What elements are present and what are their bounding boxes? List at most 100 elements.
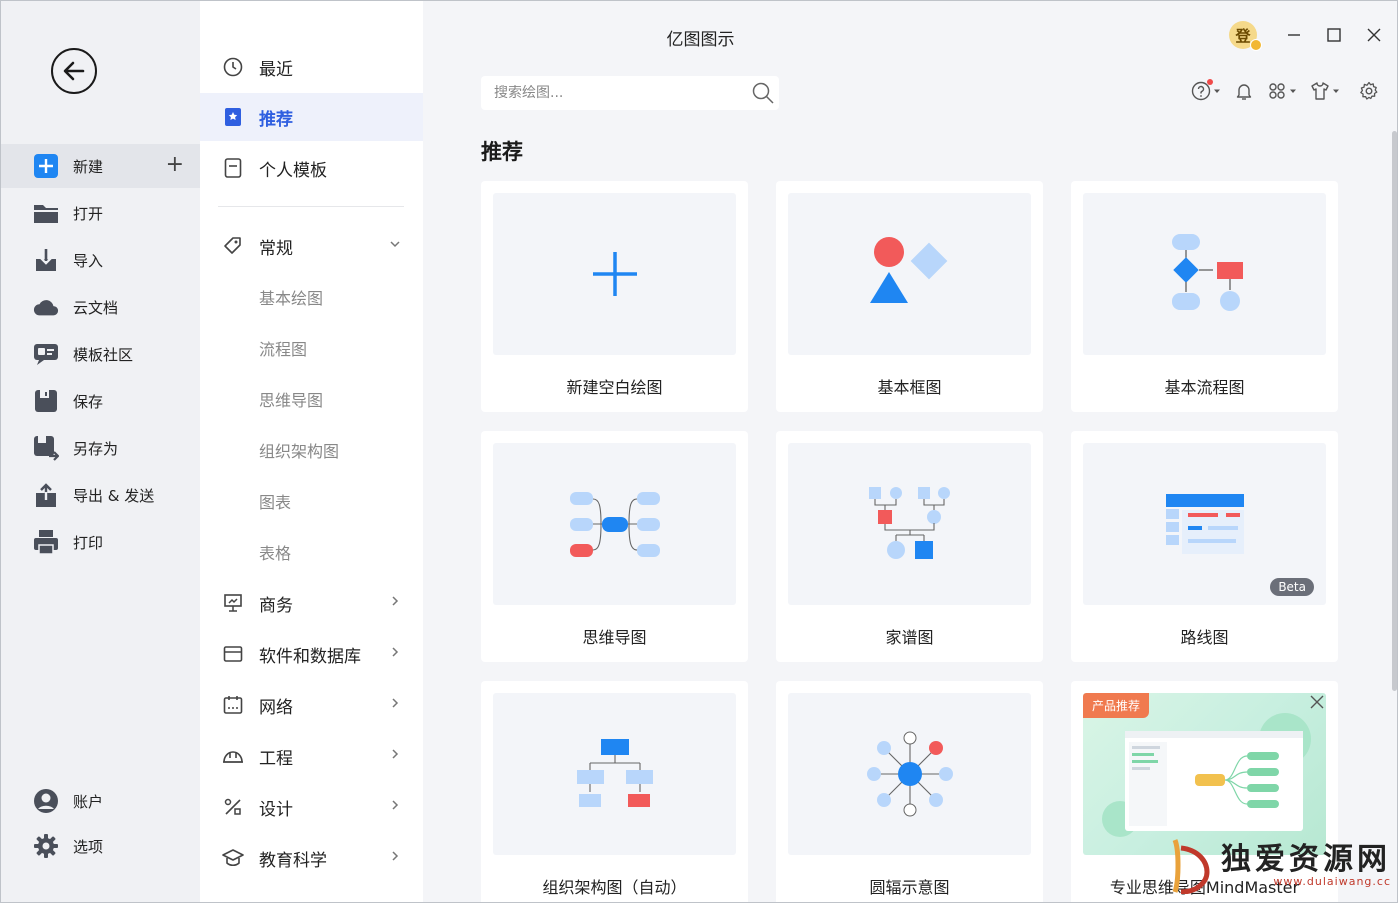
- notification-dot: [1207, 79, 1213, 85]
- maximize-button[interactable]: [1323, 24, 1345, 46]
- template-card-family-tree[interactable]: 家谱图: [776, 431, 1043, 662]
- subcategory-item[interactable]: 思维导图: [200, 379, 423, 419]
- chevron-right-icon: [392, 698, 399, 708]
- category-general[interactable]: 常规: [200, 222, 423, 270]
- search-icon[interactable]: [751, 81, 775, 105]
- search-input[interactable]: [494, 85, 744, 101]
- category-divider: [218, 206, 404, 207]
- category-network-label: 网络: [259, 697, 293, 718]
- menu-print[interactable]: 打印: [1, 520, 200, 564]
- category-design[interactable]: 设计: [200, 783, 423, 831]
- chevron-down-icon: [390, 241, 400, 248]
- section-title: 推荐: [481, 140, 523, 164]
- template-card-radial-diagram[interactable]: 圆辐示意图: [776, 681, 1043, 902]
- category-engineering[interactable]: 工程: [200, 732, 423, 780]
- menu-account-label: 账户: [73, 792, 104, 811]
- menu-options[interactable]: 选项: [1, 824, 200, 868]
- minimize-button[interactable]: [1283, 24, 1305, 46]
- template-card-label: 组织架构图（自动）: [542, 878, 687, 897]
- close-promo-icon[interactable]: [1310, 695, 1324, 709]
- menu-save-label: 保存: [73, 392, 104, 411]
- template-card-block[interactable]: 基本框图: [776, 181, 1043, 412]
- category-recent[interactable]: 最近: [200, 43, 423, 91]
- minimize-icon: [1288, 34, 1300, 36]
- clock-icon: [222, 56, 244, 78]
- menu-import[interactable]: 导入: [1, 238, 200, 282]
- theme-button[interactable]: [1310, 81, 1340, 101]
- menu-save[interactable]: 保存: [1, 379, 200, 423]
- subcategory-item[interactable]: 基本绘图: [200, 277, 423, 317]
- apps-button[interactable]: [1267, 81, 1297, 101]
- category-engineering-label: 工程: [259, 748, 293, 769]
- notifications-button[interactable]: [1234, 81, 1254, 101]
- subcategory-item[interactable]: 表格: [200, 532, 423, 572]
- add-icon[interactable]: +: [166, 154, 184, 176]
- subcategory-item[interactable]: 图表: [200, 481, 423, 521]
- category-network[interactable]: 网络: [200, 681, 423, 729]
- template-thumbnail: Beta: [1083, 443, 1326, 605]
- category-business-label: 商务: [259, 595, 293, 616]
- apps-grid-icon: [1269, 83, 1285, 99]
- settings-button[interactable]: [1359, 81, 1379, 101]
- menu-save-as[interactable]: 另存为: [1, 426, 200, 470]
- template-thumbnail: [493, 443, 736, 605]
- category-personal-templates[interactable]: 个人模板: [200, 144, 423, 192]
- menu-open[interactable]: 打开: [1, 191, 200, 235]
- menu-export[interactable]: 导出 & 发送: [1, 473, 200, 517]
- close-button[interactable]: [1363, 24, 1385, 46]
- category-recommended-label: 推荐: [259, 109, 293, 130]
- flowchart-icon: [1171, 234, 1243, 311]
- template-card-label: 新建空白绘图: [566, 378, 663, 397]
- shapes-icon: [869, 237, 947, 303]
- template-card-flowchart[interactable]: 基本流程图: [1071, 181, 1338, 412]
- family-tree-icon: [868, 487, 950, 559]
- back-button[interactable]: [51, 48, 97, 94]
- import-icon: [33, 247, 59, 273]
- caret-down-icon: [1290, 89, 1296, 93]
- cloud-icon: [33, 294, 59, 320]
- category-business[interactable]: 商务: [200, 579, 423, 627]
- promo-tag: 产品推荐: [1083, 693, 1150, 718]
- vip-badge-icon: [1250, 39, 1262, 51]
- template-card-roadmap[interactable]: Beta 路线图: [1071, 431, 1338, 662]
- template-card-label: 圆辐示意图: [869, 878, 950, 897]
- menu-new[interactable]: 新建 +: [1, 144, 200, 188]
- watermark: 独爱资源网 www.dulaiwang.cc: [1165, 838, 1391, 894]
- subcategory-item[interactable]: 组织架构图: [200, 430, 423, 470]
- chevron-right-icon: [392, 851, 399, 861]
- category-education[interactable]: 教育科学: [200, 834, 423, 882]
- export-icon: [33, 482, 59, 508]
- menu-cloud-label: 云文档: [73, 298, 119, 317]
- category-software[interactable]: 软件和数据库: [200, 630, 423, 678]
- gear-icon: [33, 833, 59, 859]
- calendar-icon: [222, 694, 244, 716]
- beta-badge: Beta: [1270, 578, 1314, 596]
- category-personal-templates-label: 个人模板: [259, 160, 327, 181]
- category-software-label: 软件和数据库: [259, 646, 361, 667]
- menu-cloud[interactable]: 云文档: [1, 285, 200, 329]
- save-icon: [33, 388, 59, 414]
- design-tools-icon: [222, 796, 244, 818]
- watermark-text-group: 独爱资源网 www.dulaiwang.cc: [1221, 844, 1391, 888]
- subcategory-item[interactable]: 流程图: [200, 328, 423, 368]
- template-thumbnail: [788, 443, 1031, 605]
- maximize-icon: [1327, 28, 1341, 42]
- mind-map-icon: [569, 492, 660, 557]
- bookmark-icon: [222, 106, 244, 128]
- template-card-org-chart-auto[interactable]: 组织架构图（自动）: [481, 681, 748, 902]
- template-card-label: 基本流程图: [1164, 378, 1245, 397]
- scrollbar[interactable]: [1392, 131, 1397, 691]
- chevron-right-icon: [392, 800, 399, 810]
- template-card-blank[interactable]: 新建空白绘图: [481, 181, 748, 412]
- mindmaster-preview-image: [1101, 713, 1311, 837]
- menu-account[interactable]: 账户: [1, 779, 200, 823]
- shirt-icon: [1311, 82, 1329, 100]
- category-recommended[interactable]: 推荐: [200, 93, 423, 141]
- app-window: 新建 + 打开 导入 云文档 模板社区 保存 另存为 导出 & 发送 打印 账户…: [0, 0, 1398, 903]
- template-card-mindmap[interactable]: 思维导图: [481, 431, 748, 662]
- help-button[interactable]: [1191, 79, 1221, 101]
- window-title: 亿图图示: [666, 30, 735, 50]
- avatar[interactable]: 登: [1229, 21, 1262, 51]
- menu-community[interactable]: 模板社区: [1, 332, 200, 376]
- chevron-right-icon: [392, 647, 399, 657]
